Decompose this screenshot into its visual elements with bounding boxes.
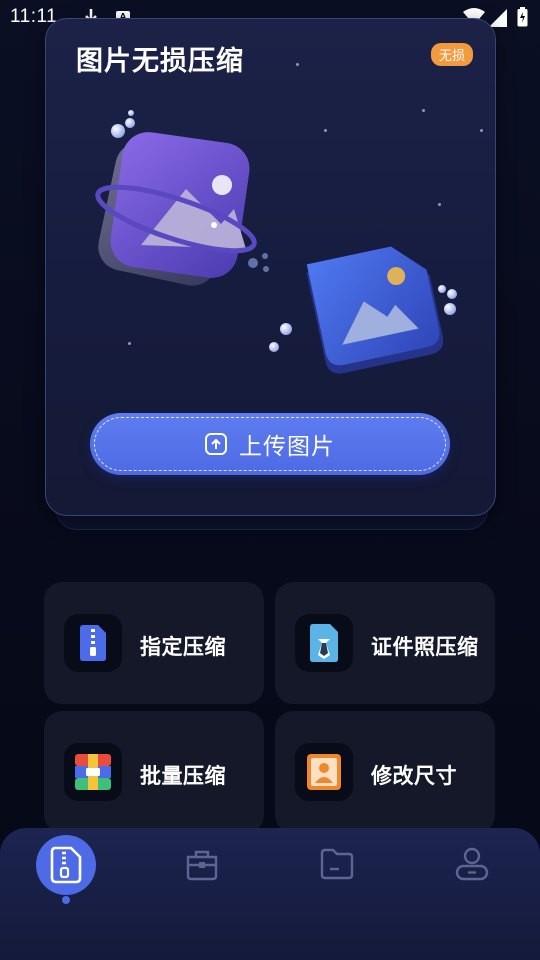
- upload-label: 上传图片: [239, 434, 335, 460]
- id-photo-icon: [310, 624, 338, 662]
- resize-icon: [307, 754, 341, 790]
- image-illustration: [95, 110, 457, 374]
- toolbox-icon[interactable]: [184, 846, 220, 882]
- tool-label: 批量压缩: [140, 764, 226, 788]
- tool-specified-compress[interactable]: 指定压缩: [44, 582, 264, 704]
- nav-item-compress[interactable]: [36, 835, 96, 895]
- tool-label: 修改尺寸: [371, 764, 457, 788]
- zip-file-icon: [80, 625, 106, 661]
- hero-card: 图片无损压缩 无损 上传图片: [45, 18, 496, 516]
- tool-id-photo-compress[interactable]: 证件照压缩: [275, 582, 495, 704]
- tool-icon-box: [295, 614, 353, 672]
- tool-icon-box: [295, 743, 353, 801]
- compress-tab-icon: [50, 846, 82, 884]
- active-indicator: [62, 896, 70, 904]
- tool-resize[interactable]: 修改尺寸: [275, 711, 495, 833]
- tool-icon-box: [64, 614, 122, 672]
- battery-icon: [517, 7, 528, 27]
- user-icon[interactable]: [454, 846, 490, 882]
- tool-label: 指定压缩: [140, 635, 226, 659]
- tool-batch-compress[interactable]: 批量压缩: [44, 711, 264, 833]
- upload-image-button[interactable]: 上传图片: [90, 413, 450, 475]
- upload-icon: [205, 433, 227, 455]
- tool-icon-box: [64, 743, 122, 801]
- folder-icon[interactable]: [319, 846, 355, 882]
- tool-label: 证件照压缩: [371, 635, 479, 659]
- bottom-nav: [0, 828, 540, 960]
- archive-icon: [75, 754, 111, 790]
